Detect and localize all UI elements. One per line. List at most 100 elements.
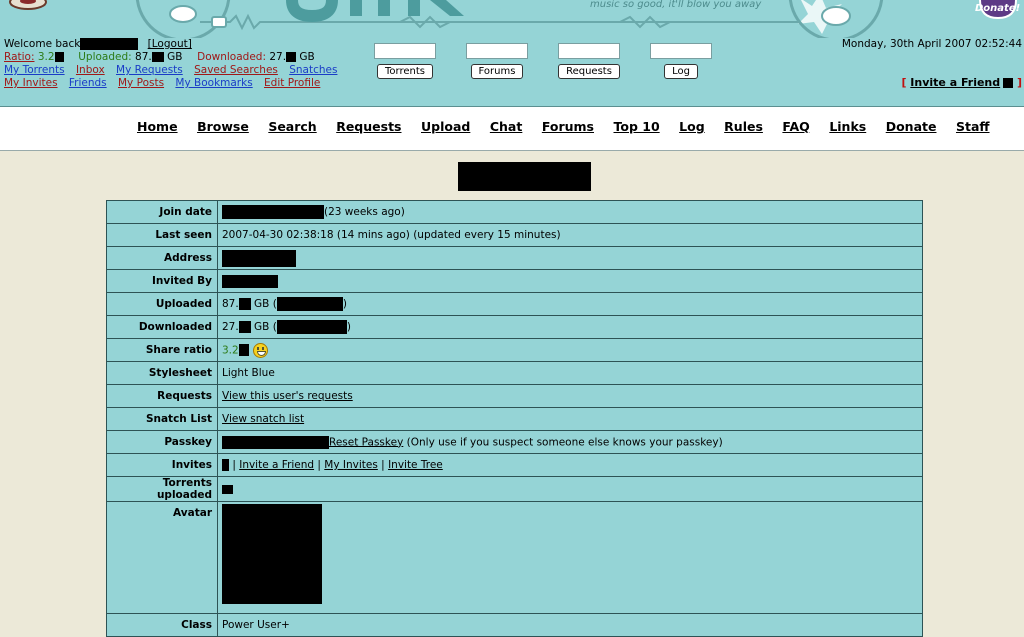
passkey-label: Passkey (106, 430, 218, 454)
requests-label: Requests (106, 384, 218, 408)
my-requests-link[interactable]: My Requests (116, 64, 183, 76)
invites-label: Invites (106, 453, 218, 477)
forums-search-input[interactable] (466, 43, 528, 59)
nav-forums[interactable]: Forums (542, 119, 594, 134)
downloaded-label: Downloaded: (197, 51, 266, 63)
table-row: Passkey Reset Passkey (Only use if you s… (106, 430, 923, 454)
invite-friend-box: [ Invite a Friend ] (901, 76, 1022, 89)
join-date-value: (23 weeks ago) (217, 200, 923, 224)
nav-rules[interactable]: Rules (724, 119, 763, 134)
table-row: Class Power User+ (106, 613, 923, 637)
avatar-label: Avatar (106, 501, 218, 614)
uploaded-unit: GB (167, 51, 183, 63)
my-posts-link[interactable]: My Posts (118, 77, 164, 89)
redacted-avatar (222, 504, 322, 604)
ratio-link[interactable]: Ratio: (4, 51, 35, 63)
address-label: Address (106, 246, 218, 270)
my-invites-link[interactable]: My Invites (4, 77, 58, 89)
nav-top-10[interactable]: Top 10 (614, 119, 660, 134)
logout-link[interactable]: [Logout] (148, 38, 192, 50)
table-row: Downloaded 27. GB () (106, 315, 923, 339)
redacted-inviter (222, 274, 278, 288)
share-ratio-number: 3.2 (222, 344, 239, 356)
ratio-value: 3.2 (37, 51, 55, 63)
nav-browse[interactable]: Browse (197, 119, 249, 134)
stylesheet-label: Stylesheet (106, 361, 218, 385)
redacted-uploaded-bytes (276, 297, 343, 311)
reset-passkey-link[interactable]: Reset Passkey (329, 436, 403, 448)
table-row: Address (106, 246, 923, 270)
inbox-link[interactable]: Inbox (76, 64, 105, 76)
log-search-button[interactable]: Log (664, 64, 698, 79)
table-row: Uploaded 87. GB () (106, 292, 923, 316)
redacted-passkey (222, 435, 329, 449)
nav-chat[interactable]: Chat (490, 119, 522, 134)
nav-donate[interactable]: Donate (886, 119, 937, 134)
user-info-box: Welcome back [Logout] Ratio: 3.2 Uploade… (4, 38, 337, 90)
torrents-search-input[interactable] (374, 43, 436, 59)
redacted-address (222, 249, 296, 267)
smiley-icon (252, 342, 268, 358)
address-value (217, 246, 923, 270)
downloaded-value: 27. (269, 51, 287, 63)
uploaded-value: 87. (135, 51, 152, 63)
view-snatch-list-link[interactable]: View snatch list (222, 413, 304, 425)
uploaded-amount-unit: GB (254, 298, 270, 310)
nav-links[interactable]: Links (829, 119, 866, 134)
invite-a-friend-link[interactable]: Invite a Friend (239, 459, 314, 471)
requests-search-button[interactable]: Requests (558, 64, 620, 79)
redacted-invites-count (222, 459, 229, 471)
nav-log[interactable]: Log (679, 119, 705, 134)
site-header: music so good, it'll blow you away Donat… (0, 0, 1024, 107)
last-seen-label: Last seen (106, 223, 218, 247)
redacted-uploaded-amount (238, 298, 251, 310)
nav-staff[interactable]: Staff (956, 119, 990, 134)
class-value: Power User+ (217, 613, 923, 637)
snatch-list-label: Snatch List (106, 407, 218, 431)
forums-search-button[interactable]: Forums (470, 64, 524, 79)
downloaded-row-value: 27. GB () (217, 315, 923, 339)
torrents-search-button[interactable]: Torrents (377, 64, 433, 79)
edit-profile-link[interactable]: Edit Profile (264, 77, 320, 89)
invite-friend-link[interactable]: Invite a Friend (910, 76, 1000, 89)
downloaded-amount-unit: GB (254, 321, 270, 333)
view-user-requests-link[interactable]: View this user's requests (222, 390, 353, 402)
uploaded-amount: 87. (222, 298, 239, 310)
saved-searches-link[interactable]: Saved Searches (194, 64, 278, 76)
nav-faq[interactable]: FAQ (782, 119, 809, 134)
redacted-invite-count (1003, 78, 1014, 88)
torrents-uploaded-value (217, 476, 923, 502)
snatches-link[interactable]: Snatches (289, 64, 337, 76)
invites-value: | Invite a Friend | My Invites | Invite … (217, 453, 923, 477)
nav-search[interactable]: Search (268, 119, 316, 134)
main-navigation: Home Browse Search Requests Upload Chat … (0, 107, 1024, 151)
donate-badge[interactable]: Donate! (975, 3, 1020, 14)
quick-search-torrents: Torrents (372, 43, 438, 79)
requests-search-input[interactable] (558, 43, 620, 59)
table-row: Stylesheet Light Blue (106, 361, 923, 385)
log-search-input[interactable] (650, 43, 712, 59)
stylesheet-value: Light Blue (217, 361, 923, 385)
redacted-join-date (222, 205, 324, 219)
invite-tree-link[interactable]: Invite Tree (388, 459, 443, 471)
welcome-text: Welcome back (4, 38, 81, 50)
my-invites-table-link[interactable]: My Invites (324, 459, 378, 471)
redacted-downloaded-bytes (276, 320, 347, 334)
my-bookmarks-link[interactable]: My Bookmarks (175, 77, 252, 89)
current-datetime: Monday, 30th April 2007 02:52:44 (841, 38, 1022, 50)
passkey-value: Reset Passkey (Only use if you suspect s… (217, 430, 923, 454)
snatch-list-value: View snatch list (217, 407, 923, 431)
requests-value: View this user's requests (217, 384, 923, 408)
nav-upload[interactable]: Upload (421, 119, 470, 134)
site-tagline: music so good, it'll blow you away (590, 0, 762, 10)
quick-search-log: Log (648, 43, 714, 79)
nav-home[interactable]: Home (137, 119, 178, 134)
my-torrents-link[interactable]: My Torrents (4, 64, 65, 76)
redacted-ratio (54, 52, 64, 62)
friends-link[interactable]: Friends (69, 77, 107, 89)
nav-requests[interactable]: Requests (336, 119, 401, 134)
redacted-share-ratio (238, 344, 249, 356)
table-row: Avatar (106, 501, 923, 614)
downloaded-amount: 27. (222, 321, 239, 333)
avatar-value (217, 501, 923, 614)
